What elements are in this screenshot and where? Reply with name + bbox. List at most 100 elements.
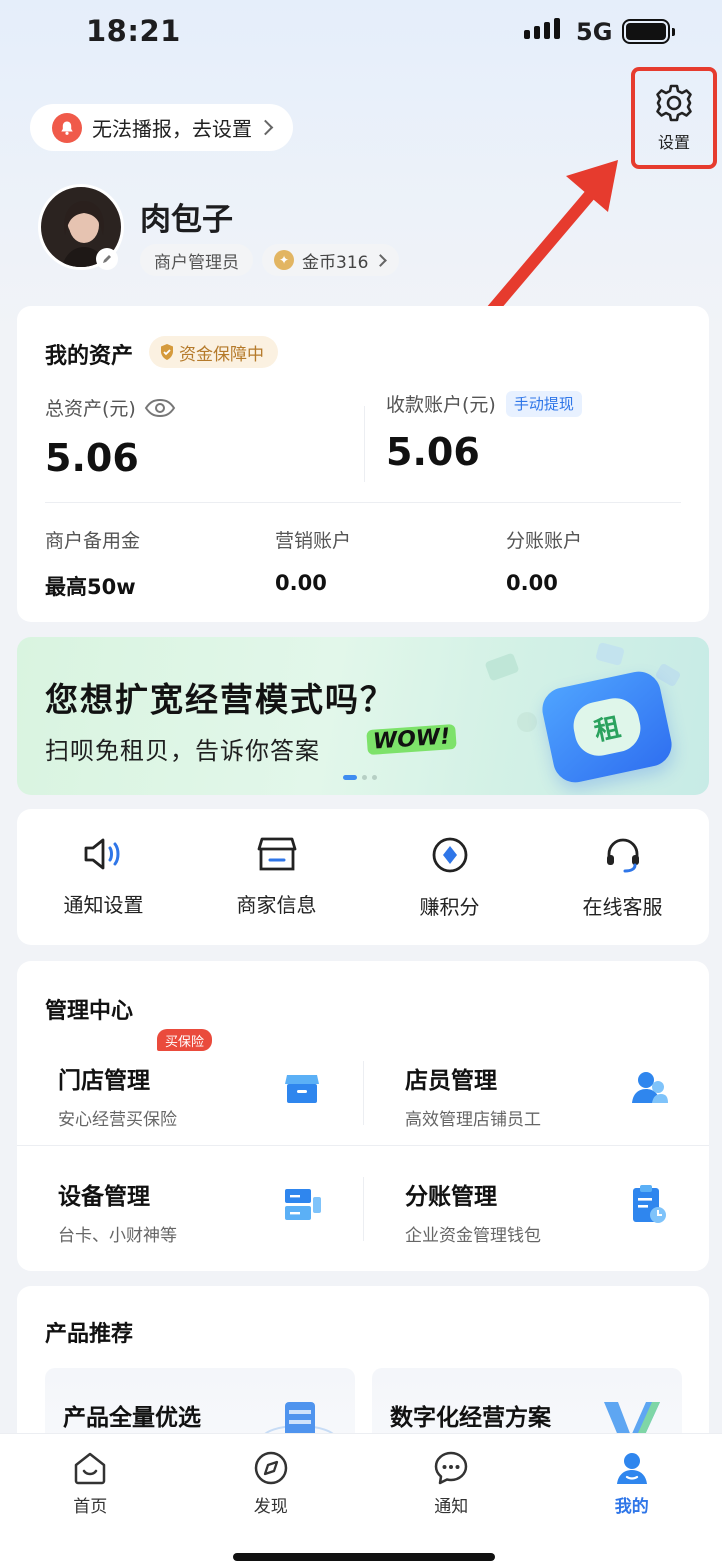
quick-online-service[interactable]: 在线客服 [536,809,709,945]
tab-mine[interactable]: 我的 [542,1434,722,1564]
reserve-fund[interactable]: 商户备用金 最高50w [45,526,140,601]
cell-desc: 企业资金管理钱包 [405,1226,541,1246]
marketing-account-label: 营销账户 [275,530,352,552]
compass-icon [254,1451,287,1485]
coin-text: 金币316 [302,252,369,273]
headset-icon [606,838,639,873]
store-management[interactable]: 门店管理 安心经营买保险 [17,1041,363,1145]
edit-icon[interactable] [96,248,118,270]
quick-earn-points[interactable]: 赚积分 [363,809,536,945]
bottom-tab-bar: 首页 发现 通知 我的 [0,1434,722,1564]
cell-title: 分账管理 [405,1184,497,1210]
tab-label: 发现 [253,1497,288,1517]
gear-icon [656,84,692,122]
cell-title: 门店管理 [58,1068,150,1094]
role-badge: 商户管理员 [140,244,253,276]
promo-banner[interactable]: 您想扩宽经营模式吗？ 扫呗免租贝，告诉你答案 WOW! 租 [17,637,709,795]
cell-desc: 安心经营买保险 [58,1110,177,1130]
total-assets-label: 总资产(元) [45,398,136,420]
manual-withdraw-tag[interactable]: 手动提现 [505,390,582,417]
quick-actions: 通知设置 商家信息 赚积分 在线客服 [17,809,709,945]
cell-desc: 高效管理店铺员工 [405,1110,541,1130]
user-name: 肉包子 [140,202,233,238]
split-account-value: 0.00 [506,571,558,595]
home-indicator [233,1553,495,1561]
chevron-right-icon [374,253,388,267]
home-icon [75,1452,106,1485]
banner-wow: WOW! [366,723,458,756]
quick-label: 赚积分 [419,895,480,919]
row-divider [17,1145,709,1146]
user-icon [616,1453,647,1484]
split-management[interactable]: 分账管理 企业资金管理钱包 [363,1157,709,1261]
cell-title: 设备管理 [58,1184,150,1210]
coin-balance[interactable]: ✦ 金币316 [262,244,400,276]
management-center: 管理中心 买保险 门店管理 安心经营买保险 店员管理 高效管理店铺员工 设备管理… [17,961,709,1271]
banner-subtitle: 扫呗免租贝，告诉你答案 [45,737,320,765]
receive-account-label: 收款账户(元) [386,394,496,416]
chevron-right-icon [257,119,274,136]
quick-label: 通知设置 [63,893,144,917]
quick-label: 商家信息 [236,893,317,917]
quick-label: 在线客服 [582,895,663,919]
banner-title: 您想扩宽经营模式吗？ [45,680,395,719]
reserve-fund-value: 最高50w [45,575,136,599]
marketing-account[interactable]: 营销账户 0.00 [275,526,351,595]
shield-icon [161,344,173,360]
reserve-fund-label: 商户备用金 [45,530,141,552]
tab-label: 首页 [73,1497,108,1517]
store-icon [257,837,296,871]
network-type: 5G [576,18,613,46]
battery-icon [622,19,675,44]
ledger-icon [633,1185,666,1223]
horizontal-divider [45,502,681,503]
split-account-label: 分账账户 [506,530,583,552]
coin-icon: ✦ [274,250,294,270]
staff-management[interactable]: 店员管理 高效管理店铺员工 [363,1041,709,1145]
device-icon [285,1189,321,1220]
total-assets-value: 5.06 [45,436,139,480]
status-bar: 18:21 5G [0,0,722,64]
vertical-divider [364,406,365,482]
product-card-title: 产品全量优选 [63,1405,201,1431]
receive-account-row: 收款账户(元) 手动提现 [386,390,582,417]
tab-label: 通知 [434,1497,469,1517]
tab-home[interactable]: 首页 [0,1434,181,1564]
eye-icon[interactable] [144,398,176,418]
settings-button[interactable]: 设置 [631,67,717,169]
tab-notifications[interactable]: 通知 [361,1434,542,1564]
quick-notify-settings[interactable]: 通知设置 [17,809,190,945]
cell-divider [363,1061,364,1125]
tab-discover[interactable]: 发现 [181,1434,362,1564]
split-account[interactable]: 分账账户 0.00 [506,526,582,595]
quick-merchant-info[interactable]: 商家信息 [190,809,363,945]
cell-divider [363,1177,364,1241]
cell-desc: 台卡、小财神等 [58,1226,177,1246]
fund-guarantee-badge: 资金保障中 [149,336,278,368]
rent-icon-text: 租 [569,693,645,761]
status-time: 18:21 [86,14,181,48]
tab-label: 我的 [614,1497,649,1517]
device-management[interactable]: 设备管理 台卡、小财神等 [17,1157,363,1261]
product-card-title: 数字化经营方案 [390,1405,551,1431]
broadcast-notice[interactable]: 无法播报，去设置 [30,104,293,151]
chat-icon [435,1451,468,1485]
marketing-account-value: 0.00 [275,571,327,595]
badge-text: 资金保障中 [179,344,264,365]
store-box-icon [285,1075,319,1103]
staff-icon [632,1072,668,1103]
bell-icon [52,112,82,143]
receive-account-value: 5.06 [386,430,480,474]
management-title: 管理中心 [45,999,134,1024]
cell-title: 店员管理 [405,1068,497,1094]
notice-text: 无法播报，去设置 [92,117,252,141]
points-icon [432,837,467,873]
red-arrow-annotation [476,160,618,328]
carousel-dots [343,775,377,780]
settings-label: 设置 [657,133,690,152]
assets-card: 我的资产 资金保障中 总资产(元) 5.06 收款账户(元) 手动提现 5.06… [17,306,709,622]
signal-icon [524,18,560,39]
speaker-icon [84,838,119,870]
total-assets-label-row: 总资产(元) [45,394,176,421]
products-title: 产品推荐 [45,1322,134,1347]
